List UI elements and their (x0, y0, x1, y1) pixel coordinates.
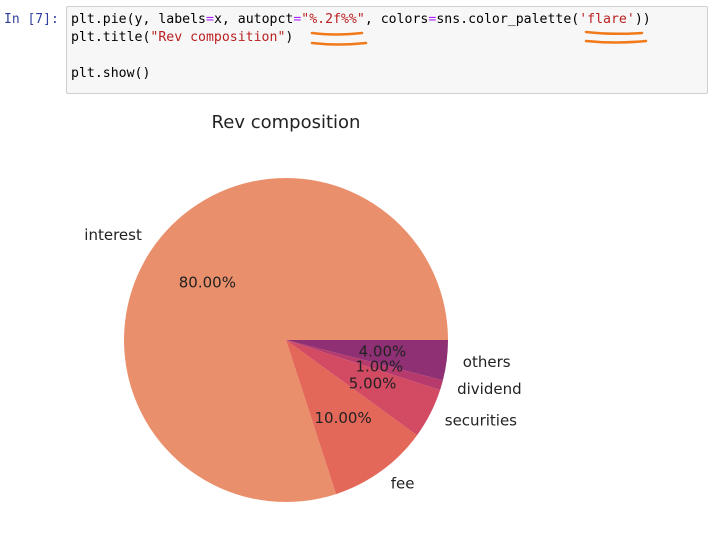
pie-percent-others: 4.00% (359, 343, 407, 361)
cell-output: Rev composition interest fee securities div… (0, 96, 708, 548)
handwritten-underlines (310, 30, 648, 46)
underline-autopct-2 (310, 41, 368, 46)
pie-label-interest: interest (84, 226, 142, 244)
pie-label-securities: securities (445, 411, 517, 429)
chart-title: Rev composition (212, 112, 361, 133)
pie-label-fee: fee (391, 475, 415, 493)
underline-autopct-1 (310, 31, 364, 36)
underline-flare-1 (584, 30, 644, 36)
pie-label-others: others (463, 353, 511, 371)
pie-percent-interest: 80.00% (179, 273, 236, 291)
pie-percent-fee: 10.00% (315, 409, 372, 427)
pie-chart: Rev composition interest fee securities div… (84, 112, 522, 502)
pie-label-dividend: dividend (457, 380, 522, 398)
pie-slices (123, 177, 449, 502)
underline-flare-2 (584, 39, 648, 44)
pie-percent-securities: 5.00% (349, 375, 397, 393)
